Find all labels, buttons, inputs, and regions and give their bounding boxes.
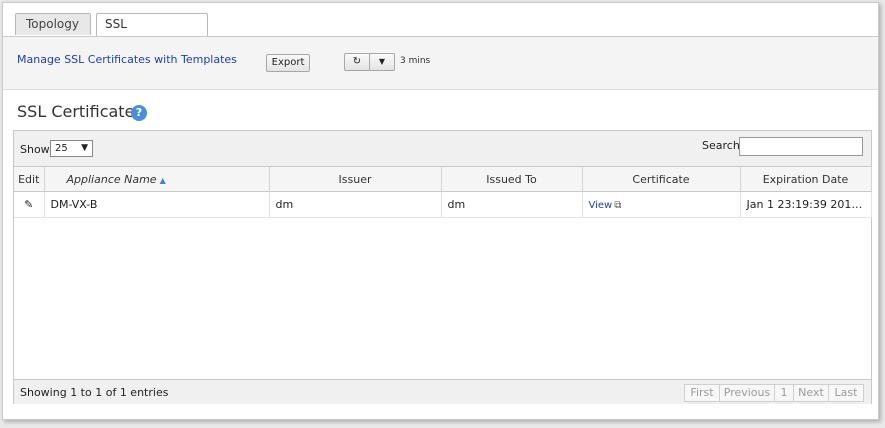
column-header-expiration-date[interactable]: Expiration Date bbox=[740, 167, 872, 192]
app-window: Topology SSL Certificates× Manage SSL Ce… bbox=[2, 2, 879, 420]
column-header-issuer[interactable]: Issuer bbox=[269, 167, 442, 192]
search-label: Search bbox=[702, 139, 740, 152]
column-header-appliance-name[interactable]: Appliance Name ▲ bbox=[44, 167, 270, 192]
show-label: Show bbox=[20, 143, 50, 156]
pager-previous-button[interactable]: Previous bbox=[719, 384, 775, 402]
tab-topology-label: Topology bbox=[26, 17, 79, 31]
refresh-icon: ↻ bbox=[352, 56, 362, 67]
appliance-name-cell: DM-VX-B bbox=[44, 191, 270, 218]
sort-ascending-icon: ▲ bbox=[159, 175, 166, 185]
table-controls: Show 25 ▼ Search bbox=[14, 131, 871, 167]
pager-last-button[interactable]: Last bbox=[828, 384, 864, 402]
search-input[interactable] bbox=[739, 137, 863, 156]
refresh-button[interactable]: ↻ bbox=[344, 53, 370, 71]
expiration-date-cell: Jan 1 23:19:39 2015 GMT bbox=[740, 191, 872, 218]
pager-next-button[interactable]: Next bbox=[793, 384, 829, 402]
help-icon[interactable]: ? bbox=[131, 105, 147, 121]
certificate-cell: View ⧉ bbox=[582, 191, 741, 218]
toolbar: Manage SSL Certificates with Templates E… bbox=[3, 37, 878, 90]
chevron-down-icon: ▼ bbox=[81, 143, 88, 153]
tab-topology[interactable]: Topology bbox=[15, 13, 91, 35]
tab-bar: Topology SSL Certificates× bbox=[3, 3, 878, 52]
table-footer: Showing 1 to 1 of 1 entries First Previo… bbox=[14, 379, 871, 404]
chevron-down-icon: ▼ bbox=[378, 57, 386, 66]
manage-templates-link[interactable]: Manage SSL Certificates with Templates bbox=[17, 53, 237, 66]
table-header-row: Edit Appliance Name ▲ Issuer Issued To Ce… bbox=[14, 167, 872, 192]
external-link-icon: ⧉ bbox=[614, 200, 622, 211]
edit-cell[interactable]: ✎ bbox=[14, 191, 45, 218]
view-certificate-link[interactable]: View bbox=[589, 200, 613, 211]
table-info: Showing 1 to 1 of 1 entries bbox=[20, 386, 169, 399]
issued-to-cell: dm bbox=[441, 191, 583, 218]
column-header-appliance-name-label: Appliance Name bbox=[66, 172, 157, 186]
refresh-interval-dropdown[interactable]: ▼ bbox=[369, 53, 395, 71]
column-header-edit: Edit bbox=[14, 167, 45, 192]
page-title: SSL Certificates bbox=[17, 102, 143, 121]
export-button[interactable]: Export bbox=[266, 54, 310, 72]
column-header-certificate[interactable]: Certificate bbox=[582, 167, 741, 192]
page-size-select[interactable]: 25 ▼ bbox=[50, 140, 93, 157]
issuer-cell: dm bbox=[269, 191, 442, 218]
page-size-value: 25 bbox=[55, 143, 68, 154]
pager-page-1-button[interactable]: 1 bbox=[774, 384, 794, 402]
pencil-icon[interactable]: ✎ bbox=[24, 198, 33, 211]
pager-first-button[interactable]: First bbox=[684, 384, 720, 402]
column-header-issued-to[interactable]: Issued To bbox=[441, 167, 583, 192]
certificates-table: Edit Appliance Name ▲ Issuer Issued To Ce… bbox=[14, 167, 872, 218]
refresh-interval-label: 3 mins bbox=[400, 56, 431, 66]
table-row: ✎ DM-VX-B dm dm View ⧉ Jan 1 23:19:39 201… bbox=[14, 191, 872, 218]
tab-ssl-certificates[interactable]: SSL Certificates× bbox=[96, 13, 208, 52]
certificates-table-panel: Show 25 ▼ Search Edit Appliance Name ▲ Is… bbox=[13, 130, 872, 404]
